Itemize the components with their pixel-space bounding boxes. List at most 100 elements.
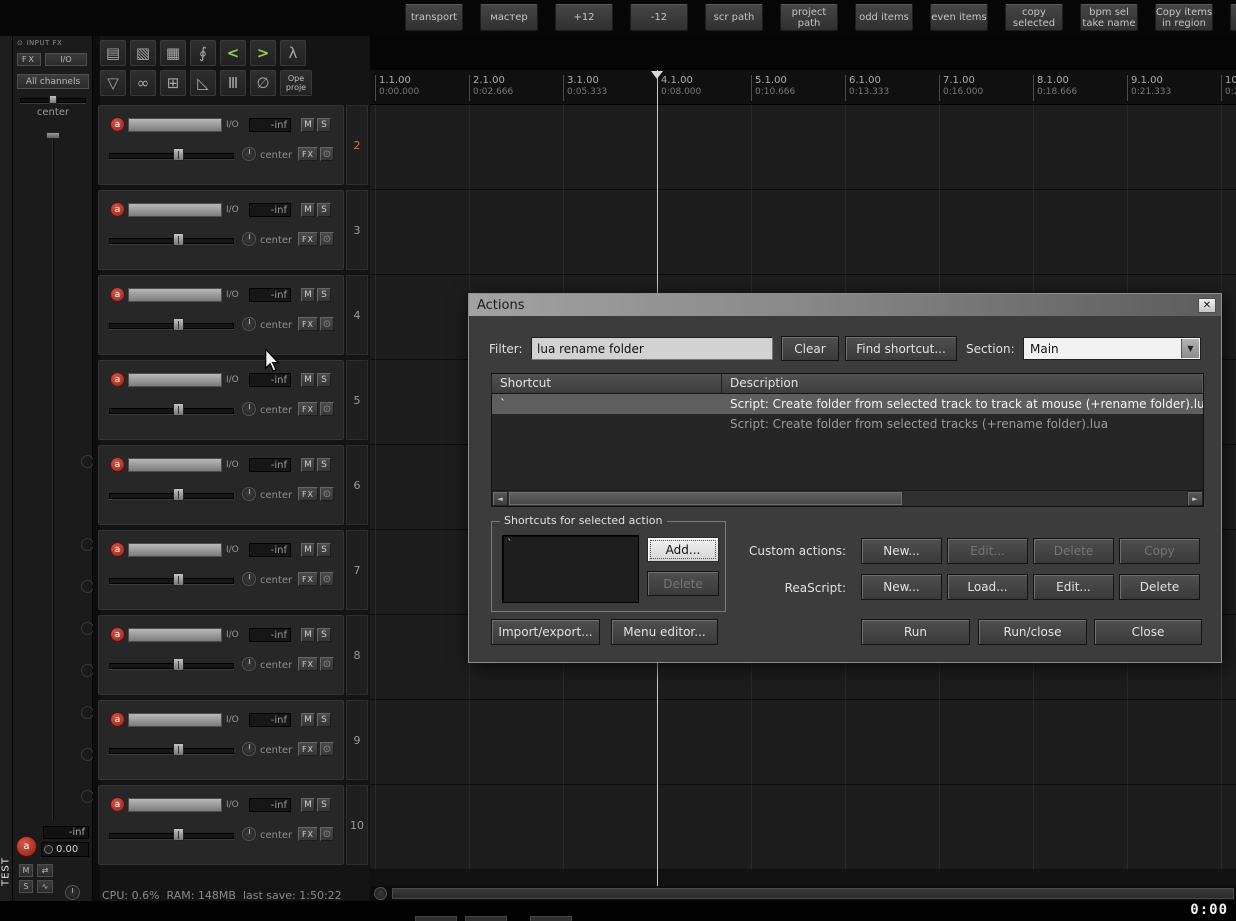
volume-fader[interactable] (109, 233, 234, 246)
close-icon[interactable]: ✕ (1198, 298, 1216, 313)
master-volume-fader[interactable] (52, 131, 54, 819)
fx-enable-icon[interactable]: ⊙ (320, 147, 334, 161)
scroll-left-icon[interactable]: ◄ (492, 491, 508, 506)
volume-fader-handle[interactable] (173, 233, 184, 246)
toolbar-button-bpm-sel-take-name[interactable]: bpm sel take name (1080, 4, 1138, 31)
track-number[interactable]: 6 (346, 445, 368, 525)
clipped-toolbar-button[interactable] (465, 916, 507, 921)
volume-fader[interactable] (109, 573, 234, 586)
mute-button[interactable]: M (301, 628, 315, 642)
track-name-field[interactable] (128, 203, 222, 217)
ruler-marker[interactable]: 4.1.00 0:08.000 (657, 75, 701, 101)
mute-button[interactable]: M (301, 798, 315, 812)
master-record-arm-button[interactable]: a (16, 836, 37, 857)
track-number[interactable]: 3 (346, 190, 368, 270)
volume-fader-handle[interactable] (173, 488, 184, 501)
pan-knob[interactable] (242, 402, 256, 416)
fx-enable-icon[interactable]: ⊙ (320, 657, 334, 671)
run-button[interactable]: Run (861, 619, 970, 645)
track-number[interactable]: 9 (346, 700, 368, 780)
volume-fader-handle[interactable] (173, 828, 184, 841)
record-arm-button[interactable]: a (110, 797, 125, 812)
volume-fader[interactable] (109, 148, 234, 161)
track-io-button[interactable]: I/O (226, 205, 239, 215)
volume-fader[interactable] (109, 658, 234, 671)
solo-button[interactable]: S (317, 628, 331, 642)
track-number[interactable]: 2 (346, 105, 368, 185)
open-project-button[interactable]: Ope proje (280, 70, 312, 96)
horizontal-scrollbar[interactable] (370, 886, 1236, 901)
volume-fader[interactable] (109, 743, 234, 756)
volume-fader-handle[interactable] (173, 743, 184, 756)
action-list-row[interactable]: ` Script: Create folder from selected tra… (492, 394, 1203, 414)
track-name-field[interactable] (128, 373, 222, 387)
run-close-button[interactable]: Run/close (978, 619, 1087, 645)
toolbar-button-scr-path[interactable]: scr path (705, 4, 763, 31)
track-io-button[interactable]: I/O (226, 120, 239, 130)
toolbar-button-minus-12[interactable]: -12 (630, 4, 688, 31)
pan-knob[interactable] (242, 742, 256, 756)
reascript-button-1[interactable]: Load... (947, 574, 1028, 600)
fx-button[interactable]: FX (298, 487, 318, 501)
fx-button[interactable]: FX (298, 742, 318, 756)
pan-knob[interactable] (242, 572, 256, 586)
fx-button[interactable]: FX (298, 317, 318, 331)
scroll-right-icon[interactable]: ► (1187, 491, 1203, 506)
track-io-button[interactable]: I/O (226, 290, 239, 300)
grate-icon[interactable]: Ⅲ (220, 70, 246, 96)
ruler-marker[interactable]: 7.1.00 0:16.000 (939, 75, 983, 101)
record-arm-button[interactable]: a (110, 542, 125, 557)
pan-knob[interactable] (242, 317, 256, 331)
track-name-field[interactable] (128, 798, 222, 812)
phase-icon[interactable]: ∅ (250, 70, 276, 96)
add-shortcut-button[interactable]: Add... (647, 537, 719, 562)
fx-enable-icon[interactable]: ⊙ (320, 232, 334, 246)
action-list-icon[interactable]: λ (280, 40, 306, 66)
record-arm-button[interactable]: a (110, 117, 125, 132)
solo-button[interactable]: S (317, 713, 331, 727)
dialog-titlebar[interactable]: Actions (469, 294, 1221, 316)
toolbar-button-plus-12[interactable]: +12 (555, 4, 613, 31)
mute-button[interactable]: M (301, 118, 315, 132)
record-arm-button[interactable]: a (110, 627, 125, 642)
solo-button[interactable]: S (317, 543, 331, 557)
volume-fader[interactable] (109, 403, 234, 416)
record-arm-button[interactable]: a (110, 712, 125, 727)
volume-fader-handle[interactable] (173, 658, 184, 671)
find-shortcut-button[interactable]: Find shortcut... (845, 336, 957, 361)
fx-button[interactable]: FX (298, 827, 318, 841)
master-pan-slider[interactable] (20, 95, 86, 104)
list-horizontal-scrollbar[interactable]: ◄ ► (492, 490, 1203, 506)
ruler-marker[interactable]: 5.1.00 0:10.666 (751, 75, 795, 101)
scrollbar-thumb[interactable] (392, 888, 1234, 899)
shortcuts-listbox[interactable]: ` (502, 535, 639, 603)
mute-button[interactable]: M (301, 203, 315, 217)
pan-knob[interactable] (242, 487, 256, 501)
reascript-button-3[interactable]: Delete (1119, 574, 1200, 600)
ruler-marker[interactable]: 10.1.000:24.000 (1221, 75, 1236, 101)
column-description[interactable]: Description (722, 374, 1203, 393)
volume-fader-handle[interactable] (173, 318, 184, 331)
pan-knob[interactable] (242, 232, 256, 246)
master-pan-handle[interactable] (49, 95, 57, 104)
paperclip-icon[interactable]: ∮ (190, 40, 216, 66)
save-project-icon[interactable]: ▦ (160, 40, 186, 66)
toolbar-button-project-path[interactable]: project path (780, 4, 838, 31)
fx-enable-icon[interactable]: ⊙ (320, 572, 334, 586)
master-solo-button[interactable]: S (19, 880, 33, 893)
toolbar-button-copy-selected[interactable]: copy selected (1005, 4, 1063, 31)
track-io-button[interactable]: I/O (226, 545, 239, 555)
track-io-button[interactable]: I/O (226, 375, 239, 385)
volume-fader-handle[interactable] (173, 148, 184, 161)
solo-button[interactable]: S (317, 288, 331, 302)
timeline-ruler[interactable]: 1.1.00 0:00.000 2.1.00 0:02.666 3.1.00 0:05.3… (370, 70, 1236, 105)
solo-button[interactable]: S (317, 373, 331, 387)
master-fx-button[interactable]: FX (17, 53, 41, 66)
track-number[interactable]: 7 (346, 530, 368, 610)
ruler-marker[interactable]: 1.1.00 0:00.000 (375, 75, 419, 101)
fx-enable-icon[interactable]: ⊙ (320, 487, 334, 501)
record-arm-button[interactable]: a (110, 287, 125, 302)
volume-fader[interactable] (109, 488, 234, 501)
ruler-marker[interactable]: 3.1.00 0:05.333 (563, 75, 607, 101)
undo-icon[interactable]: < (220, 40, 246, 66)
